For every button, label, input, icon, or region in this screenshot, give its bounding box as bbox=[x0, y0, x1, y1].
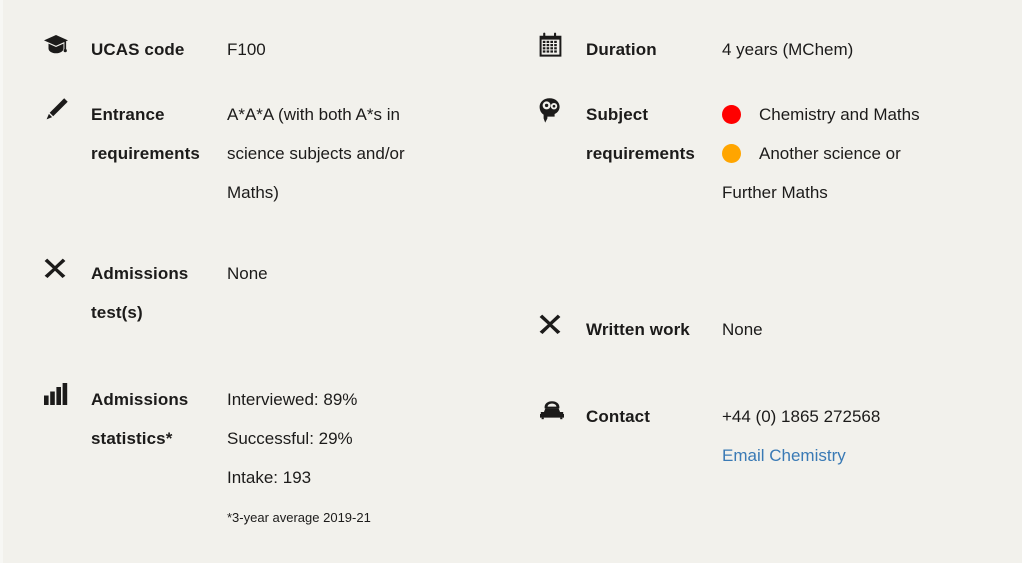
fact-label-admissions-tests: Admissions test(s) bbox=[91, 264, 189, 322]
facts-left-column: UCAS code F100 Entrance requirements A*A… bbox=[43, 30, 523, 536]
fact-label-ucas-code: UCAS code bbox=[91, 40, 185, 59]
brain-head-icon bbox=[538, 95, 574, 123]
value-line: None bbox=[722, 320, 763, 339]
subject-requirement-text: Another science or bbox=[759, 144, 901, 163]
fact-value-subject-requirements: Chemistry and Maths Another science or F… bbox=[722, 95, 1018, 212]
fact-row-duration: Duration 4 years (MChem) bbox=[538, 30, 1018, 69]
value-line: Successful: 29% bbox=[227, 429, 353, 448]
subject-requirement-item: Chemistry and Maths bbox=[722, 95, 1018, 134]
facts-grid: UCAS code F100 Entrance requirements A*A… bbox=[23, 30, 1002, 536]
course-key-facts-card: UCAS code F100 Entrance requirements A*A… bbox=[0, 0, 1022, 563]
value-line: A*A*A (with both A*s in bbox=[227, 105, 400, 124]
fact-label-subject-requirements: Subject requirements bbox=[586, 105, 695, 163]
calendar-icon bbox=[538, 30, 574, 58]
red-dot bbox=[722, 105, 741, 124]
fact-value-duration: 4 years (MChem) bbox=[722, 30, 1018, 69]
value-line: science subjects and/or bbox=[227, 144, 405, 163]
fact-value-admissions-statistics: Interviewed: 89% Successful: 29% Intake:… bbox=[227, 380, 523, 536]
fact-value-ucas-code: F100 bbox=[227, 30, 523, 69]
value-line: Interviewed: 89% bbox=[227, 390, 358, 409]
subject-requirement-item: Another science or bbox=[722, 134, 1018, 173]
fact-label-duration: Duration bbox=[586, 40, 657, 59]
pencil-icon bbox=[43, 95, 79, 123]
fact-label-written-work: Written work bbox=[586, 320, 690, 339]
admissions-statistics-footnote: *3-year average 2019-21 bbox=[227, 510, 371, 525]
fact-label-contact: Contact bbox=[586, 407, 650, 426]
cross-mark-icon bbox=[538, 310, 574, 336]
graduation-cap-icon bbox=[43, 30, 79, 58]
email-chemistry-link[interactable]: Email Chemistry bbox=[722, 436, 846, 475]
fact-row-entrance-requirements: Entrance requirements A*A*A (with both A… bbox=[43, 95, 523, 212]
fact-row-ucas-code: UCAS code F100 bbox=[43, 30, 523, 69]
fact-value-entrance-requirements: A*A*A (with both A*s in science subjects… bbox=[227, 95, 523, 212]
fact-row-admissions-tests: Admissions test(s) None bbox=[43, 254, 523, 332]
value-line: 4 years (MChem) bbox=[722, 40, 854, 59]
facts-right-column: Duration 4 years (MChem) Subject require… bbox=[538, 30, 1018, 475]
telephone-icon bbox=[538, 397, 574, 421]
fact-row-contact: Contact +44 (0) 1865 272568 Email Chemis… bbox=[538, 397, 1018, 475]
fact-value-contact: +44 (0) 1865 272568 Email Chemistry bbox=[722, 397, 1018, 475]
orange-dot bbox=[722, 144, 741, 163]
subject-requirement-text: Chemistry and Maths bbox=[759, 105, 920, 124]
value-line: None bbox=[227, 264, 268, 283]
fact-value-admissions-tests: None bbox=[227, 254, 523, 293]
cross-mark-icon bbox=[43, 254, 79, 280]
subject-requirement-continuation: Further Maths bbox=[722, 183, 828, 202]
fact-row-admissions-statistics: Admissions statistics* Interviewed: 89% … bbox=[43, 380, 523, 536]
value-line: F100 bbox=[227, 40, 266, 59]
fact-label-entrance-requirements: Entrance requirements bbox=[91, 105, 200, 163]
contact-phone-number: +44 (0) 1865 272568 bbox=[722, 407, 881, 426]
fact-row-subject-requirements: Subject requirements Chemistry and Maths… bbox=[538, 95, 1018, 212]
fact-value-written-work: None bbox=[722, 310, 1018, 349]
value-line: Intake: 193 bbox=[227, 468, 312, 487]
bar-chart-icon bbox=[43, 380, 79, 406]
value-line: Maths) bbox=[227, 183, 279, 202]
fact-row-written-work: Written work None bbox=[538, 310, 1018, 349]
fact-label-admissions-statistics: Admissions statistics* bbox=[91, 390, 189, 448]
